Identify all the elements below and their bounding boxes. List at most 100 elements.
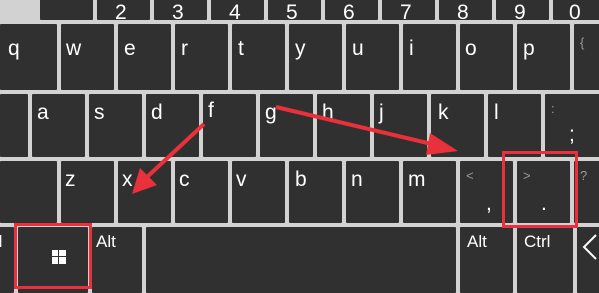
key-main-symbol: ;	[569, 123, 575, 146]
key-1[interactable]	[40, 0, 93, 20]
key-u[interactable]: u	[346, 24, 399, 90]
key-z[interactable]: z	[61, 161, 114, 223]
key-r[interactable]: r	[175, 24, 228, 90]
key-left-alt[interactable]: Alt	[92, 227, 142, 293]
key-main-symbol: ,	[486, 192, 492, 215]
key-f[interactable]: f	[203, 94, 256, 157]
key-label: n	[351, 168, 363, 191]
key-top-symbol: >	[523, 168, 531, 183]
key-label: p	[523, 37, 535, 60]
key-label: c	[179, 168, 190, 191]
key-label: v	[236, 168, 247, 191]
key-semicolon[interactable]: : ;	[545, 94, 599, 157]
key-h[interactable]: h	[317, 94, 370, 157]
key-comma[interactable]: < ,	[460, 161, 513, 223]
key-label: j	[379, 101, 384, 124]
key-l[interactable]: l	[488, 94, 541, 157]
key-label: k	[438, 101, 449, 124]
key-label: h	[322, 101, 334, 124]
key-space[interactable]	[146, 227, 456, 293]
key-label: o	[465, 37, 477, 60]
key-s[interactable]: s	[89, 94, 142, 157]
key-top-symbol: :	[551, 101, 555, 116]
key-8[interactable]: 8	[439, 0, 492, 24]
key-x[interactable]: x	[118, 161, 171, 223]
key-label: q	[8, 37, 20, 60]
key-top-symbol: ?	[580, 168, 588, 183]
key-k[interactable]: k	[431, 94, 484, 157]
key-label: z	[65, 168, 76, 191]
key-2[interactable]: 2	[97, 0, 150, 24]
key-0[interactable]: 0	[553, 0, 599, 24]
key-n[interactable]: n	[346, 161, 399, 223]
key-o[interactable]: o	[460, 24, 513, 90]
key-open-brace[interactable]: {	[574, 24, 599, 90]
key-label: b	[295, 168, 307, 191]
key-period[interactable]: > .	[517, 161, 570, 223]
chevron-left-icon	[582, 233, 598, 266]
key-label: 0	[569, 1, 581, 24]
key-7[interactable]: 7	[382, 0, 435, 24]
key-9[interactable]: 9	[496, 0, 549, 24]
key-t[interactable]: t	[232, 24, 285, 90]
key-right-ctrl[interactable]: Ctrl	[517, 227, 573, 293]
key-5[interactable]: 5	[268, 0, 321, 24]
key-label: y	[295, 37, 306, 60]
key-label: t	[238, 37, 244, 60]
key-label: Ctrl	[524, 232, 551, 251]
key-left-ctrl[interactable]: rl	[0, 227, 14, 293]
key-d[interactable]: d	[146, 94, 199, 157]
key-c[interactable]: c	[175, 161, 228, 223]
key-label: m	[408, 168, 426, 191]
key-i[interactable]: i	[403, 24, 456, 90]
key-j[interactable]: j	[374, 94, 427, 157]
key-label: 7	[400, 1, 412, 24]
key-b[interactable]: b	[289, 161, 342, 223]
key-label: f	[208, 99, 214, 122]
key-label: Alt	[96, 232, 116, 251]
key-label: 4	[229, 1, 241, 24]
key-label: 2	[115, 1, 127, 24]
key-label: 3	[172, 1, 184, 24]
key-caps-lock[interactable]	[0, 94, 28, 157]
key-label: Alt	[467, 232, 487, 251]
key-label: i	[409, 37, 414, 60]
key-w[interactable]: w	[61, 24, 114, 90]
key-label: g	[265, 101, 277, 124]
key-v[interactable]: v	[232, 161, 285, 223]
key-slash[interactable]: ?	[574, 161, 599, 223]
key-y[interactable]: y	[289, 24, 342, 90]
key-a[interactable]: a	[32, 94, 85, 157]
key-6[interactable]: 6	[325, 0, 378, 24]
key-label: d	[151, 101, 163, 124]
key-m[interactable]: m	[403, 161, 456, 223]
key-q[interactable]: q	[0, 24, 57, 90]
key-p[interactable]: p	[517, 24, 570, 90]
windows-key[interactable]	[18, 227, 88, 293]
key-left-arrow[interactable]	[577, 227, 599, 293]
key-label: 6	[343, 1, 355, 24]
key-e[interactable]: e	[118, 24, 171, 90]
key-label: x	[122, 168, 133, 191]
key-label: a	[37, 101, 49, 124]
key-label: e	[124, 37, 136, 60]
windows-logo-icon	[52, 250, 66, 264]
key-g[interactable]: g	[260, 94, 313, 157]
key-left-shift[interactable]	[0, 161, 57, 223]
key-right-alt[interactable]: Alt	[460, 227, 513, 293]
key-label: r	[181, 37, 188, 60]
key-label: u	[352, 37, 364, 60]
key-label: w	[66, 37, 82, 60]
key-3[interactable]: 3	[154, 0, 207, 24]
key-label: 5	[286, 1, 298, 24]
key-label: l	[494, 101, 499, 124]
key-label: s	[94, 101, 105, 124]
key-top-symbol: {	[580, 35, 585, 50]
key-label: 9	[514, 1, 526, 24]
key-4[interactable]: 4	[211, 0, 264, 24]
key-label: rl	[0, 232, 3, 251]
key-top-symbol: <	[466, 168, 474, 183]
key-label: 8	[457, 1, 469, 24]
key-main-symbol: .	[541, 192, 547, 215]
on-screen-keyboard: 2 3 4 5 6 7 8 9 0 q w e r t y u i o p { …	[0, 0, 599, 293]
